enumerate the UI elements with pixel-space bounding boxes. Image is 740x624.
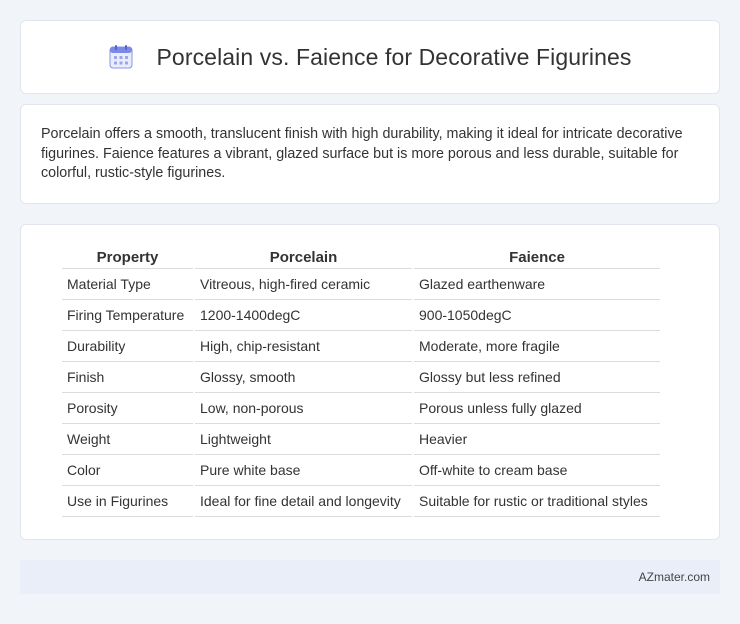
- cell-faience: Suitable for rustic or traditional style…: [414, 486, 660, 517]
- table-row: Finish Glossy, smooth Glossy but less refi…: [62, 362, 660, 393]
- cell-faience: Glazed earthenware: [414, 269, 660, 300]
- cell-porcelain: 1200-1400degC: [195, 300, 412, 331]
- comparison-table-card: Property Porcelain Faience Material Type…: [20, 224, 720, 540]
- header: Porcelain vs. Faience for Decorative Fig…: [108, 44, 631, 71]
- calendar-icon: [108, 44, 134, 70]
- cell-porcelain: Vitreous, high-fired ceramic: [195, 269, 412, 300]
- cell-porcelain: Glossy, smooth: [195, 362, 412, 393]
- summary-card: Porcelain offers a smooth, translucent f…: [20, 104, 720, 204]
- footer: AZmater.com: [20, 560, 720, 594]
- cell-faience: Glossy but less refined: [414, 362, 660, 393]
- table-row: Durability High, chip-resistant Moderate, …: [62, 331, 660, 362]
- cell-porcelain: Ideal for fine detail and longevity: [195, 486, 412, 517]
- summary-text: Porcelain offers a smooth, translucent f…: [41, 126, 683, 181]
- cell-property: Durability: [62, 331, 193, 362]
- cell-property: Firing Temperature: [62, 300, 193, 331]
- cell-property: Material Type: [62, 269, 193, 300]
- cell-faience: Heavier: [414, 424, 660, 455]
- cell-property: Finish: [62, 362, 193, 393]
- cell-faience: Off-white to cream base: [414, 455, 660, 486]
- footer-brand: AZmater.com: [638, 570, 710, 584]
- comparison-table: Property Porcelain Faience Material Type…: [60, 247, 662, 517]
- cell-porcelain: Low, non-porous: [195, 393, 412, 424]
- cell-property: Weight: [62, 424, 193, 455]
- page-title: Porcelain vs. Faience for Decorative Fig…: [156, 43, 632, 70]
- cell-faience: Porous unless fully glazed: [414, 393, 660, 424]
- table-row: Material Type Vitreous, high-fired cerami…: [62, 269, 660, 300]
- table-row: Weight Lightweight Heavier: [62, 424, 660, 455]
- cell-faience: Moderate, more fragile: [414, 331, 660, 362]
- table-row: Color Pure white base Off-white to cream b…: [62, 455, 660, 486]
- cell-porcelain: Pure white base: [195, 455, 412, 486]
- table-row: Porosity Low, non-porous Porous unless ful…: [62, 393, 660, 424]
- cell-porcelain: High, chip-resistant: [195, 331, 412, 362]
- cell-faience: 900-1050degC: [414, 300, 660, 331]
- table-row: Firing Temperature 1200-1400degC 900-1050d…: [62, 300, 660, 331]
- header-faience: Faience: [414, 247, 660, 269]
- cell-property: Use in Figurines: [62, 486, 193, 517]
- cell-property: Porosity: [62, 393, 193, 424]
- header-property: Property: [62, 247, 193, 269]
- cell-porcelain: Lightweight: [195, 424, 412, 455]
- table-header-row: Property Porcelain Faience: [62, 247, 660, 269]
- table-row: Use in Figurines Ideal for fine detail an…: [62, 486, 660, 517]
- header-card: Porcelain vs. Faience for Decorative Fig…: [20, 20, 720, 94]
- cell-property: Color: [62, 455, 193, 486]
- header-porcelain: Porcelain: [195, 247, 412, 269]
